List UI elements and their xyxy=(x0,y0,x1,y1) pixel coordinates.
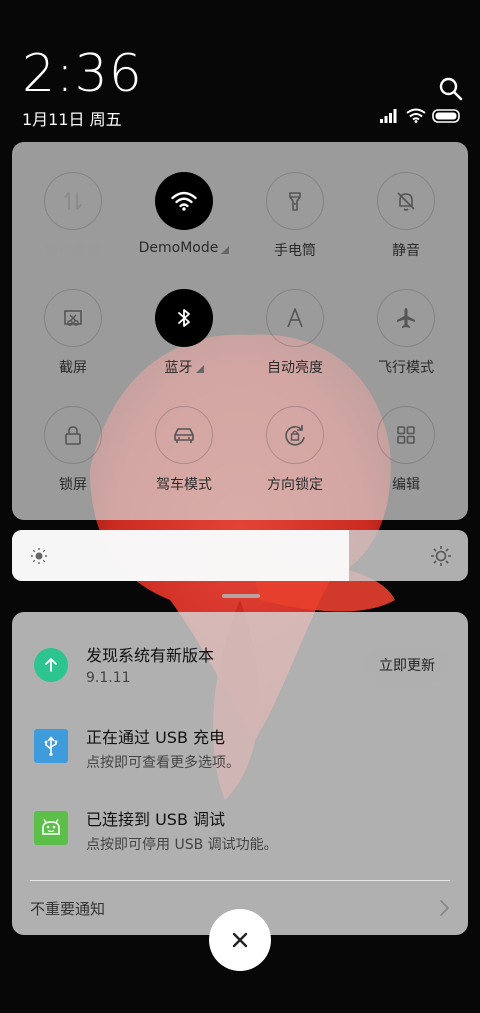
update-now-button[interactable]: 立即更新 xyxy=(364,648,450,682)
update-arrow-icon xyxy=(34,648,68,682)
wifi-icon xyxy=(406,108,426,127)
tile-label: 静音 xyxy=(392,243,420,259)
screenshot-icon xyxy=(44,289,102,347)
notification-subtitle: 点按即可停用 USB 调试功能。 xyxy=(86,837,278,853)
notification-title: 已连接到 USB 调试 xyxy=(86,810,226,829)
brightness-slider[interactable] xyxy=(12,530,468,581)
notification-title: 发现系统有新版本 xyxy=(86,646,215,665)
tile-driving-mode[interactable]: 驾车模式 xyxy=(128,406,240,506)
tile-label: 方向锁定 xyxy=(267,477,323,493)
grid-icon xyxy=(377,406,435,464)
android-icon xyxy=(34,811,68,845)
tile-rotation-lock[interactable]: 方向锁定 xyxy=(239,406,351,506)
battery-icon xyxy=(432,108,462,127)
notification-title: 正在通过 USB 充电 xyxy=(86,728,226,747)
unimportant-notifications-link[interactable]: 不重要通知 xyxy=(30,898,105,919)
expand-triangle-icon xyxy=(195,365,204,373)
tile-label: 飞行模式 xyxy=(378,360,434,376)
lock-icon xyxy=(44,406,102,464)
divider xyxy=(30,880,450,881)
tile-screenshot[interactable]: 截屏 xyxy=(17,289,129,389)
tile-label: DemoMode xyxy=(138,240,219,256)
tile-airplane[interactable]: 飞行模式 xyxy=(350,289,462,389)
signal-icon xyxy=(380,108,400,127)
wifi-icon xyxy=(155,172,213,230)
tile-label: 锁屏 xyxy=(59,477,87,493)
expand-triangle-icon xyxy=(221,246,230,254)
data-arrows-icon xyxy=(44,172,102,230)
tile-label-row: DemoMode xyxy=(139,240,230,256)
tile-label-row: 蓝牙 xyxy=(165,357,204,377)
clear-all-button[interactable] xyxy=(209,909,271,971)
tile-wifi[interactable]: DemoMode xyxy=(128,172,240,272)
tile-bluetooth[interactable]: 蓝牙 xyxy=(128,289,240,389)
notification-usb-charging[interactable]: 正在通过 USB 充电 点按即可查看更多选项。 xyxy=(12,716,468,786)
tile-label: 驾车模式 xyxy=(156,477,212,493)
notification-subtitle: 9.1.11 xyxy=(86,670,131,686)
notification-usb-debugging[interactable]: 已连接到 USB 调试 点按即可停用 USB 调试功能。 xyxy=(12,798,468,868)
bell-off-icon xyxy=(377,172,435,230)
flashlight-icon xyxy=(266,172,324,230)
airplane-icon xyxy=(377,289,435,347)
tile-label: 手电筒 xyxy=(274,243,316,259)
rotation-lock-icon xyxy=(266,406,324,464)
drag-handle[interactable] xyxy=(222,594,260,598)
chevron-right-icon[interactable] xyxy=(436,898,452,918)
date: 1月11日 周五 xyxy=(22,110,122,129)
clock: 2:36 xyxy=(22,44,143,104)
tile-flashlight[interactable]: 手电筒 xyxy=(239,172,351,272)
tile-label: 自动亮度 xyxy=(267,360,323,376)
tile-edit[interactable]: 编辑 xyxy=(350,406,462,506)
tile-label: 截屏 xyxy=(59,360,87,376)
tile-mobile-data[interactable]: 移动数据 xyxy=(17,172,129,272)
system-status-icons xyxy=(380,108,462,126)
notification-panel: 发现系统有新版本 9.1.11 立即更新 正在通过 USB 充电 点按即可查看更… xyxy=(12,612,468,935)
tile-auto-brightness[interactable]: 自动亮度 xyxy=(239,289,351,389)
tile-lock-screen[interactable]: 锁屏 xyxy=(17,406,129,506)
tile-label: 蓝牙 xyxy=(164,360,193,376)
usb-icon xyxy=(34,729,68,763)
close-icon xyxy=(232,932,248,948)
auto-brightness-icon xyxy=(266,289,324,347)
brightness-high-icon xyxy=(430,545,452,571)
quick-settings-panel: 移动数据 DemoMode 手电筒 静音 截屏 蓝牙 自动亮度 飞行模式 锁屏 … xyxy=(12,142,468,520)
brightness-low-icon xyxy=(30,547,48,569)
tile-label: 编辑 xyxy=(392,477,420,493)
notification-subtitle: 点按即可查看更多选项。 xyxy=(86,755,240,771)
brightness-fill xyxy=(12,530,349,581)
car-icon xyxy=(155,406,213,464)
bluetooth-icon xyxy=(155,289,213,347)
tile-mute[interactable]: 静音 xyxy=(350,172,462,272)
search-icon[interactable] xyxy=(438,76,464,102)
tile-label: 移动数据 xyxy=(45,243,101,259)
